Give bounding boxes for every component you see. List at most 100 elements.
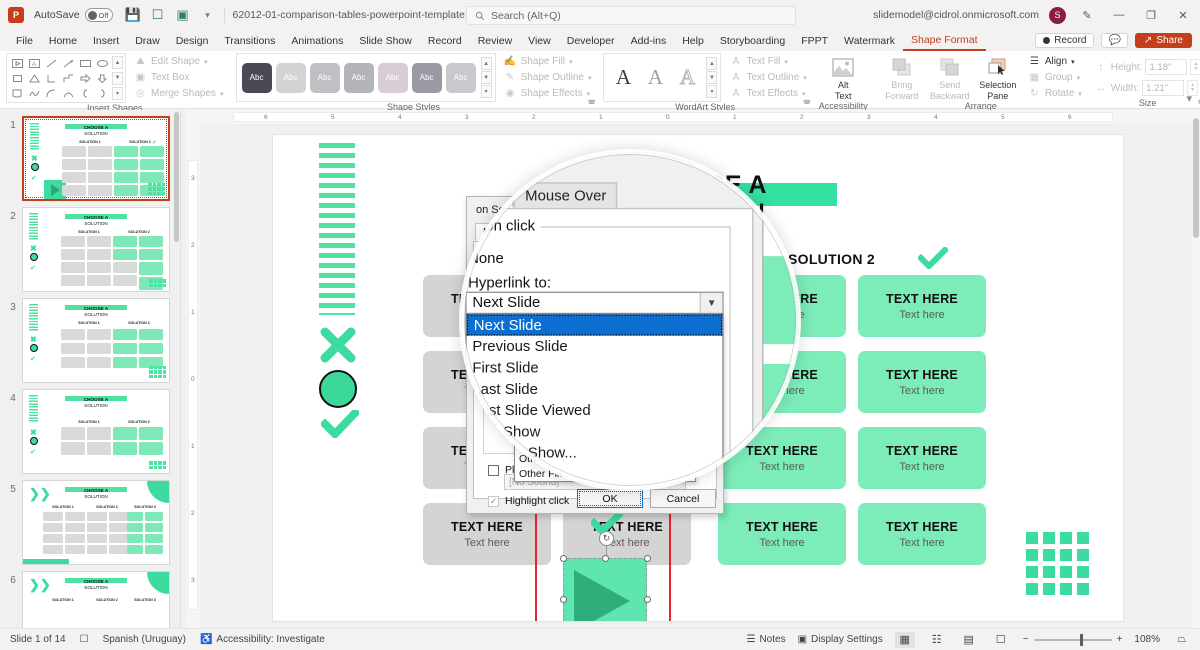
shape-scribble-icon[interactable]	[26, 86, 42, 100]
start-presentation-icon[interactable]: ☐	[150, 7, 166, 23]
cancel-button[interactable]: Cancel	[650, 489, 716, 508]
selected-play-shape[interactable]	[563, 558, 647, 621]
comments-button[interactable]: 💬	[1101, 33, 1128, 48]
rotate-handle[interactable]: ↻	[599, 531, 614, 546]
notes-button[interactable]: ☰ Notes	[746, 634, 785, 645]
thumbnail-row[interactable]: 3 ✖ ✔ CHOOSE A SOLUTION SOLUTION 1 SOLUT…	[0, 292, 180, 383]
radio-hyperlink-control[interactable]	[498, 288, 509, 300]
wordart-swatch[interactable]: A	[671, 63, 703, 93]
thumbnail-scrollbar-thumb[interactable]	[174, 112, 179, 242]
height-input[interactable]: 1.18"	[1145, 59, 1188, 75]
shape-style-swatch[interactable]: Abc	[343, 62, 374, 93]
thumbnail-slide-2[interactable]: ✖ ✔ CHOOSE A SOLUTION SOLUTION 1 SOLUTIO…	[22, 207, 170, 292]
shape-line-icon[interactable]	[43, 56, 59, 70]
thumbnail-row[interactable]: 2 ✖ ✔ CHOOSE A SOLUTION SOLUTION 1 SOLUT…	[0, 201, 180, 292]
shape-arrow-down-icon[interactable]	[94, 71, 110, 85]
shapes-scroll-down-icon[interactable]: ▼	[112, 71, 123, 85]
fit-to-window-icon[interactable]: ⏢	[1172, 632, 1192, 648]
play-sound-checkbox[interactable]	[488, 464, 499, 476]
card-green[interactable]: TEXT HEREText here	[858, 351, 986, 413]
tab-draw[interactable]: Draw	[127, 30, 168, 51]
minimize-button[interactable]: —	[1108, 4, 1130, 26]
wordart-gallery[interactable]: A A A ▲ ▼ ▾	[603, 53, 722, 102]
slide-thumbnail-panel[interactable]: 1 ✖ ✔ CHOOSE A SOLUTION SOLUTION 1 SOLUT…	[0, 110, 180, 628]
shape-style-swatch[interactable]: Abc	[241, 62, 272, 93]
resize-handle-e[interactable]	[644, 596, 651, 603]
shape-styles-more-icon[interactable]: ▾	[480, 85, 492, 98]
shape-arrow-line-icon[interactable]	[60, 56, 76, 70]
dropdown-item-slide[interactable]: Slide...	[515, 421, 695, 436]
dropdown-item-end-show[interactable]: End Show	[515, 391, 695, 406]
shape-style-swatch[interactable]: Abc	[445, 62, 476, 93]
tab-mouse-over[interactable]: Mouse Over	[548, 223, 622, 241]
shape-style-swatch[interactable]: Abc	[411, 62, 442, 93]
dropdown-item-first-slide[interactable]: First Slide	[515, 346, 695, 361]
tab-insert[interactable]: Insert	[85, 30, 127, 51]
view-slideshow-icon[interactable]: ☐	[991, 632, 1011, 648]
pen-icon[interactable]: ✎	[1076, 4, 1098, 26]
view-slide-sorter-icon[interactable]: ☷	[927, 632, 947, 648]
zoom-slider[interactable]: − +	[1023, 633, 1123, 646]
print-preview-icon[interactable]: ▣	[175, 7, 191, 23]
shape-triangle-icon[interactable]	[26, 71, 42, 85]
wordart-swatch[interactable]: A	[607, 63, 639, 93]
thumbnail-slide-6[interactable]: ❯❯ CHOOSE A SOLUTION SOLUTION 1 SOLUTION…	[22, 571, 170, 628]
text-fill-button[interactable]: A Text Fill ▾	[729, 55, 806, 68]
view-normal-icon[interactable]: ▦	[894, 631, 915, 648]
wordart-scroll-up-icon[interactable]: ▲	[706, 57, 718, 70]
resize-handle-ne[interactable]	[644, 555, 651, 562]
restore-button[interactable]: ❐	[1140, 4, 1162, 26]
shapes-scroll-up-icon[interactable]: ▲	[112, 56, 123, 69]
shape-style-swatch[interactable]: Abc	[377, 62, 408, 93]
card-green[interactable]: TEXT HEREText here	[718, 503, 846, 565]
shape-left-brace-icon[interactable]	[77, 86, 93, 100]
radio-hyperlink-to[interactable]: Hyperlink to:	[498, 288, 574, 300]
radio-run-program[interactable]	[498, 322, 509, 333]
circle-shape[interactable]	[319, 370, 357, 408]
dropdown-item-next-slide[interactable]: Next Slide	[515, 316, 695, 331]
shape-styles-gallery[interactable]: Abc Abc Abc Abc Abc Abc Abc ▲ ▼ ▾	[235, 53, 496, 102]
tab-transitions[interactable]: Transitions	[216, 30, 283, 51]
zoom-level-label[interactable]: 108%	[1134, 634, 1160, 645]
zoom-out-button[interactable]: −	[1023, 634, 1029, 645]
dropdown-item-last-slide-viewed[interactable]: Last Slide Viewed	[515, 376, 695, 391]
shape-oval-icon[interactable]	[94, 56, 110, 70]
shape-styles-dialog-launcher-icon[interactable]: ◚	[588, 99, 596, 108]
alt-text-button[interactable]: Alt Text	[821, 53, 865, 101]
card-green[interactable]: TEXT HEREText here	[718, 275, 846, 337]
radio-none-control[interactable]	[498, 271, 509, 283]
card-green[interactable]: TEXT HEREText here	[718, 427, 846, 489]
shape-arc-icon[interactable]	[60, 86, 76, 100]
group-button[interactable]: ▦ Group ▾	[1028, 71, 1082, 84]
tab-view[interactable]: View	[520, 30, 559, 51]
tab-add-ins[interactable]: Add-ins	[623, 30, 675, 51]
notes-indicator-icon[interactable]: ☐	[80, 634, 89, 645]
text-outline-button[interactable]: A Text Outline ▾	[729, 71, 807, 84]
shapes-more-icon[interactable]: ▾	[112, 87, 123, 100]
radio-object-action-control[interactable]	[498, 390, 509, 401]
tab-slide-show[interactable]: Slide Show	[351, 30, 420, 51]
shape-styles-scroll-down-icon[interactable]: ▼	[480, 71, 492, 84]
shape-styles-scroll-up-icon[interactable]: ▲	[480, 57, 492, 70]
qat-customize-chevron-icon[interactable]: ▾	[200, 7, 216, 23]
zoom-thumb[interactable]	[1079, 633, 1083, 646]
zoom-in-button[interactable]: +	[1117, 634, 1123, 645]
dialog-title-bar[interactable]: on Settings ? ✕	[467, 197, 723, 223]
radio-run-macro-control[interactable]	[498, 356, 509, 367]
document-title[interactable]: 62012-01-comparison-tables-powerpoint-te…	[233, 9, 492, 21]
avatar[interactable]: S	[1049, 6, 1066, 24]
chevron-down-icon[interactable]: ▼	[679, 301, 695, 315]
thumbnail-row[interactable]: 6 ❯❯ CHOOSE A SOLUTION SOLUTION 1 SOLUTI…	[0, 565, 180, 628]
radio-run-macro[interactable]	[498, 356, 509, 367]
record-button[interactable]: Record	[1035, 33, 1095, 48]
tab-record[interactable]: Record	[420, 30, 470, 51]
tab-help[interactable]: Help	[674, 30, 712, 51]
thumbnail-scrollbar[interactable]	[173, 110, 180, 628]
thumbnail-row[interactable]: 5 ❯❯ CHOOSE A SOLUTION SOLUTION 1 SOLUTI…	[0, 474, 180, 565]
dropdown-item-url[interactable]: URL...	[515, 436, 695, 451]
height-spinner[interactable]: ▲ ▼	[1190, 59, 1200, 75]
shape-arrow-right-icon[interactable]	[77, 71, 93, 85]
search-input[interactable]: Search (Alt+Q)	[466, 6, 796, 25]
autosave-control[interactable]: AutoSave Off	[34, 8, 113, 22]
thumbnail-row[interactable]: 1 ✖ ✔ CHOOSE A SOLUTION SOLUTION 1 SOLUT…	[0, 110, 180, 201]
